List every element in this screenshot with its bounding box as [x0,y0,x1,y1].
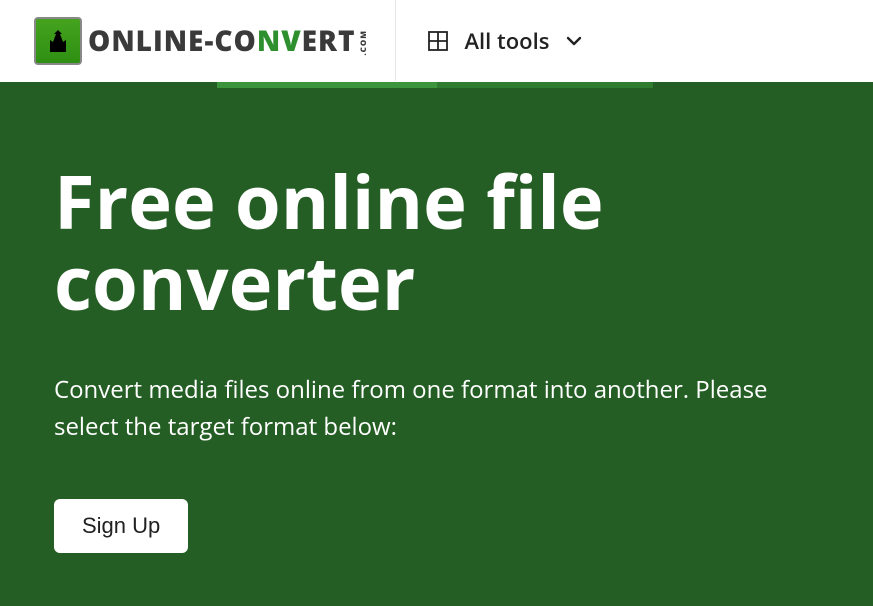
brand-part-ert: ERT [302,22,356,60]
hero-subtext: Convert media files online from one form… [54,371,814,445]
grid-icon [428,31,448,51]
all-tools-menu[interactable]: All tools [395,0,615,81]
brand-part-dash: - [204,22,214,60]
brand-part-v: V [281,22,301,60]
tab-strip-hint [0,82,873,88]
logo-icon [34,17,82,65]
hero-section: Free online file converter Convert media… [0,82,873,606]
header: ONLINE - CO N V ERT .COM All tools [0,0,873,82]
brand-part-com: .COM [358,30,369,56]
all-tools-label: All tools [464,26,549,56]
chevron-down-icon [565,32,583,50]
brand-part-online: ONLINE [88,22,204,60]
hero-headline: Free online file converter [54,160,819,323]
brand-part-n: N [257,22,281,60]
brand-logo[interactable]: ONLINE - CO N V ERT .COM [0,0,369,81]
brand-part-co: CO [214,22,256,60]
brand-wordmark: ONLINE - CO N V ERT .COM [88,22,369,60]
sign-up-button[interactable]: Sign Up [54,499,188,553]
